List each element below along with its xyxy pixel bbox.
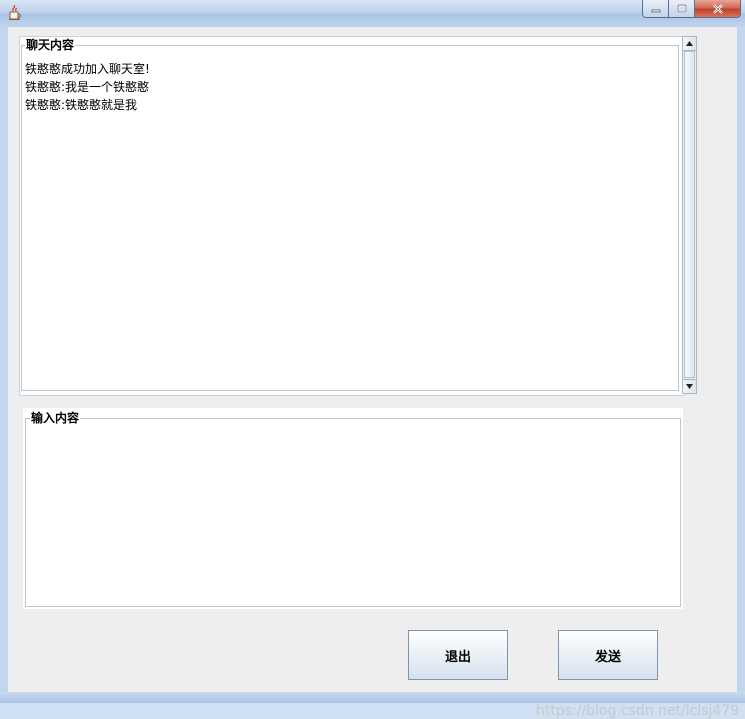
window-right-border: [737, 27, 745, 692]
minimize-button[interactable]: [642, 0, 669, 18]
watermark: https://blog.csdn.net/lclsj479: [536, 703, 740, 719]
close-icon: [712, 3, 723, 14]
chat-messages[interactable]: 铁憨憨成功加入聊天室! 铁憨憨:我是一个铁憨憨 铁憨憨:铁憨憨就是我: [25, 60, 150, 114]
input-legend: 输入内容: [30, 411, 81, 425]
arrow-down-icon: [686, 384, 693, 389]
close-button[interactable]: [695, 0, 741, 18]
scroll-thumb[interactable]: [684, 51, 695, 378]
scroll-down-button[interactable]: [683, 379, 696, 393]
chat-scrollbar[interactable]: [682, 36, 697, 394]
java-cup-icon: [9, 5, 21, 20]
window-content: 聊天内容 铁憨憨成功加入聊天室! 铁憨憨:我是一个铁憨憨 铁憨憨:铁憨憨就是我 …: [8, 27, 739, 719]
chat-message: 铁憨憨:我是一个铁憨憨: [25, 80, 150, 94]
chat-message: 铁憨憨:铁憨憨就是我: [25, 98, 138, 112]
title-bar[interactable]: [0, 0, 745, 28]
exit-button[interactable]: 退出: [408, 630, 508, 680]
send-button[interactable]: 发送: [558, 630, 658, 680]
chat-message: 铁憨憨成功加入聊天室!: [25, 62, 150, 76]
arrow-up-icon: [686, 41, 693, 46]
scroll-up-button[interactable]: [683, 37, 696, 51]
window-bottom-border: [0, 692, 745, 703]
minimize-icon: [651, 9, 660, 12]
maximize-button[interactable]: [669, 0, 695, 18]
chat-panel: 聊天内容 铁憨憨成功加入聊天室! 铁憨憨:我是一个铁憨憨 铁憨憨:铁憨憨就是我: [19, 36, 685, 396]
maximize-icon: [676, 4, 687, 13]
message-input[interactable]: [27, 426, 679, 606]
input-panel: 输入内容: [23, 408, 683, 609]
window-left-border: [0, 27, 8, 692]
chat-legend: 聊天内容: [25, 38, 76, 52]
